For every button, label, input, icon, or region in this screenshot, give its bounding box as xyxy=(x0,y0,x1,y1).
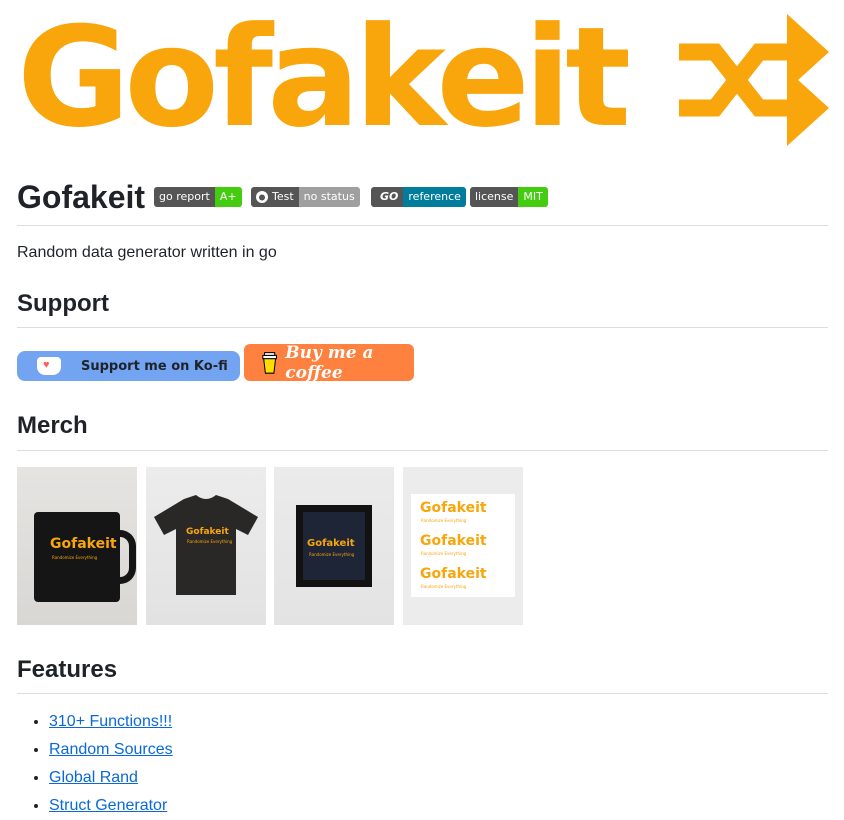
stickers-image: Gofakeit Randomize Everything Gofakeit R… xyxy=(411,494,515,597)
list-item: Random Sources xyxy=(49,736,173,764)
goreport-badge[interactable]: go report A+ xyxy=(154,187,242,207)
gofakeit-banner: Gofakeit xyxy=(17,0,829,158)
go-reference-badge[interactable]: GO reference xyxy=(371,187,466,207)
list-item: Global Rand xyxy=(49,764,173,792)
merch-poster[interactable]: Gofakeit Randomize Everything xyxy=(274,467,394,625)
features-list: 310+ Functions!!! Random Sources Global … xyxy=(17,708,173,820)
merch-mug[interactable]: Gofakeit Randomize Everything xyxy=(17,467,137,625)
license-badge[interactable]: license MIT xyxy=(470,187,548,207)
poster-image: Gofakeit Randomize Everything xyxy=(296,505,372,587)
go-icon: GO xyxy=(380,190,399,203)
divider xyxy=(17,327,828,328)
banner-logo-text: Gofakeit xyxy=(17,0,631,158)
merch-heading: Merch xyxy=(17,412,88,439)
kofi-cup-icon: ♥ xyxy=(37,357,61,375)
divider xyxy=(17,450,828,451)
list-item: 310+ Functions!!! xyxy=(49,708,173,736)
buy-me-a-coffee-button[interactable]: Buy me a coffee xyxy=(244,343,414,383)
mug-image: Gofakeit Randomize Everything xyxy=(34,512,136,602)
features-heading: Features xyxy=(17,656,118,683)
list-item: Struct Generator xyxy=(49,792,173,820)
feature-link[interactable]: 310+ Functions!!! xyxy=(49,713,172,730)
coffee-cup-icon xyxy=(262,351,277,374)
github-icon xyxy=(256,191,268,203)
shuffle-icon xyxy=(679,14,829,146)
feature-link[interactable]: Global Rand xyxy=(49,769,138,786)
merch-stickers[interactable]: Gofakeit Randomize Everything Gofakeit R… xyxy=(403,467,523,625)
tshirt-image xyxy=(154,495,258,595)
title-row: Gofakeit go report A+ Test no status GO … xyxy=(17,176,828,226)
support-heading: Support xyxy=(17,290,109,317)
kofi-button[interactable]: ♥ Support me on Ko-fi xyxy=(17,351,240,381)
readme-page: Gofakeit Gofakeit go report A+ Test no s… xyxy=(0,0,844,814)
feature-link[interactable]: Struct Generator xyxy=(49,797,167,814)
description: Random data generator written in go xyxy=(17,244,277,261)
feature-link[interactable]: Random Sources xyxy=(49,741,173,758)
test-status-badge[interactable]: Test no status xyxy=(251,187,360,207)
merch-tshirt[interactable]: Gofakeit Randomize Everything xyxy=(146,467,266,625)
page-title: Gofakeit xyxy=(17,179,146,215)
divider xyxy=(17,693,828,694)
